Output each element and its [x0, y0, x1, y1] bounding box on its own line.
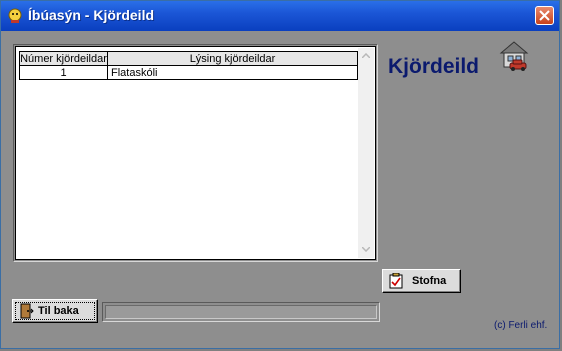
- column-header-description[interactable]: Lýsing kjördeildar: [107, 51, 358, 66]
- vertical-scrollbar[interactable]: [358, 48, 374, 258]
- page-heading: Kjördeild: [388, 55, 480, 78]
- clipboard-check-icon: [389, 272, 403, 292]
- create-button[interactable]: Stofna: [382, 269, 461, 293]
- election-district-grid[interactable]: Númer kjördeildar Lýsing kjördeildar 1 F…: [15, 46, 376, 260]
- close-icon: [539, 10, 550, 21]
- grid-header-row: Númer kjördeildar Lýsing kjördeildar: [19, 51, 358, 66]
- client-area: Númer kjördeildar Lýsing kjördeildar 1 F…: [5, 31, 555, 344]
- chevron-up-icon: [362, 53, 370, 58]
- app-icon[interactable]: [7, 8, 23, 24]
- title-bar[interactable]: Íbúasýn - Kjördeild: [1, 1, 559, 31]
- back-button[interactable]: Til baka: [12, 299, 98, 323]
- cell-description[interactable]: Flataskóli: [107, 65, 358, 80]
- close-button[interactable]: [535, 6, 554, 25]
- table-row[interactable]: 1 Flataskóli: [19, 65, 358, 80]
- back-button-label: Til baka: [38, 305, 79, 317]
- status-bar: [102, 302, 380, 322]
- scroll-down-button[interactable]: [358, 242, 374, 258]
- cell-number[interactable]: 1: [19, 65, 108, 80]
- chevron-down-icon: [362, 247, 370, 252]
- window-title: Íbúasýn - Kjördeild: [28, 7, 155, 23]
- house-car-icon: [497, 39, 531, 73]
- create-button-label: Stofna: [412, 275, 447, 287]
- app-window: Íbúasýn - Kjördeild Númer kjördeildar Lý…: [0, 0, 560, 349]
- grid-frame: Númer kjördeildar Lýsing kjördeildar 1 F…: [13, 44, 378, 262]
- column-header-number[interactable]: Númer kjördeildar: [19, 51, 108, 66]
- door-exit-icon: [20, 303, 34, 322]
- status-field: [105, 305, 377, 319]
- grid-table: Númer kjördeildar Lýsing kjördeildar 1 F…: [19, 51, 358, 80]
- copyright-text: (c) Ferli ehf.: [494, 320, 548, 331]
- scroll-up-button[interactable]: [358, 48, 374, 64]
